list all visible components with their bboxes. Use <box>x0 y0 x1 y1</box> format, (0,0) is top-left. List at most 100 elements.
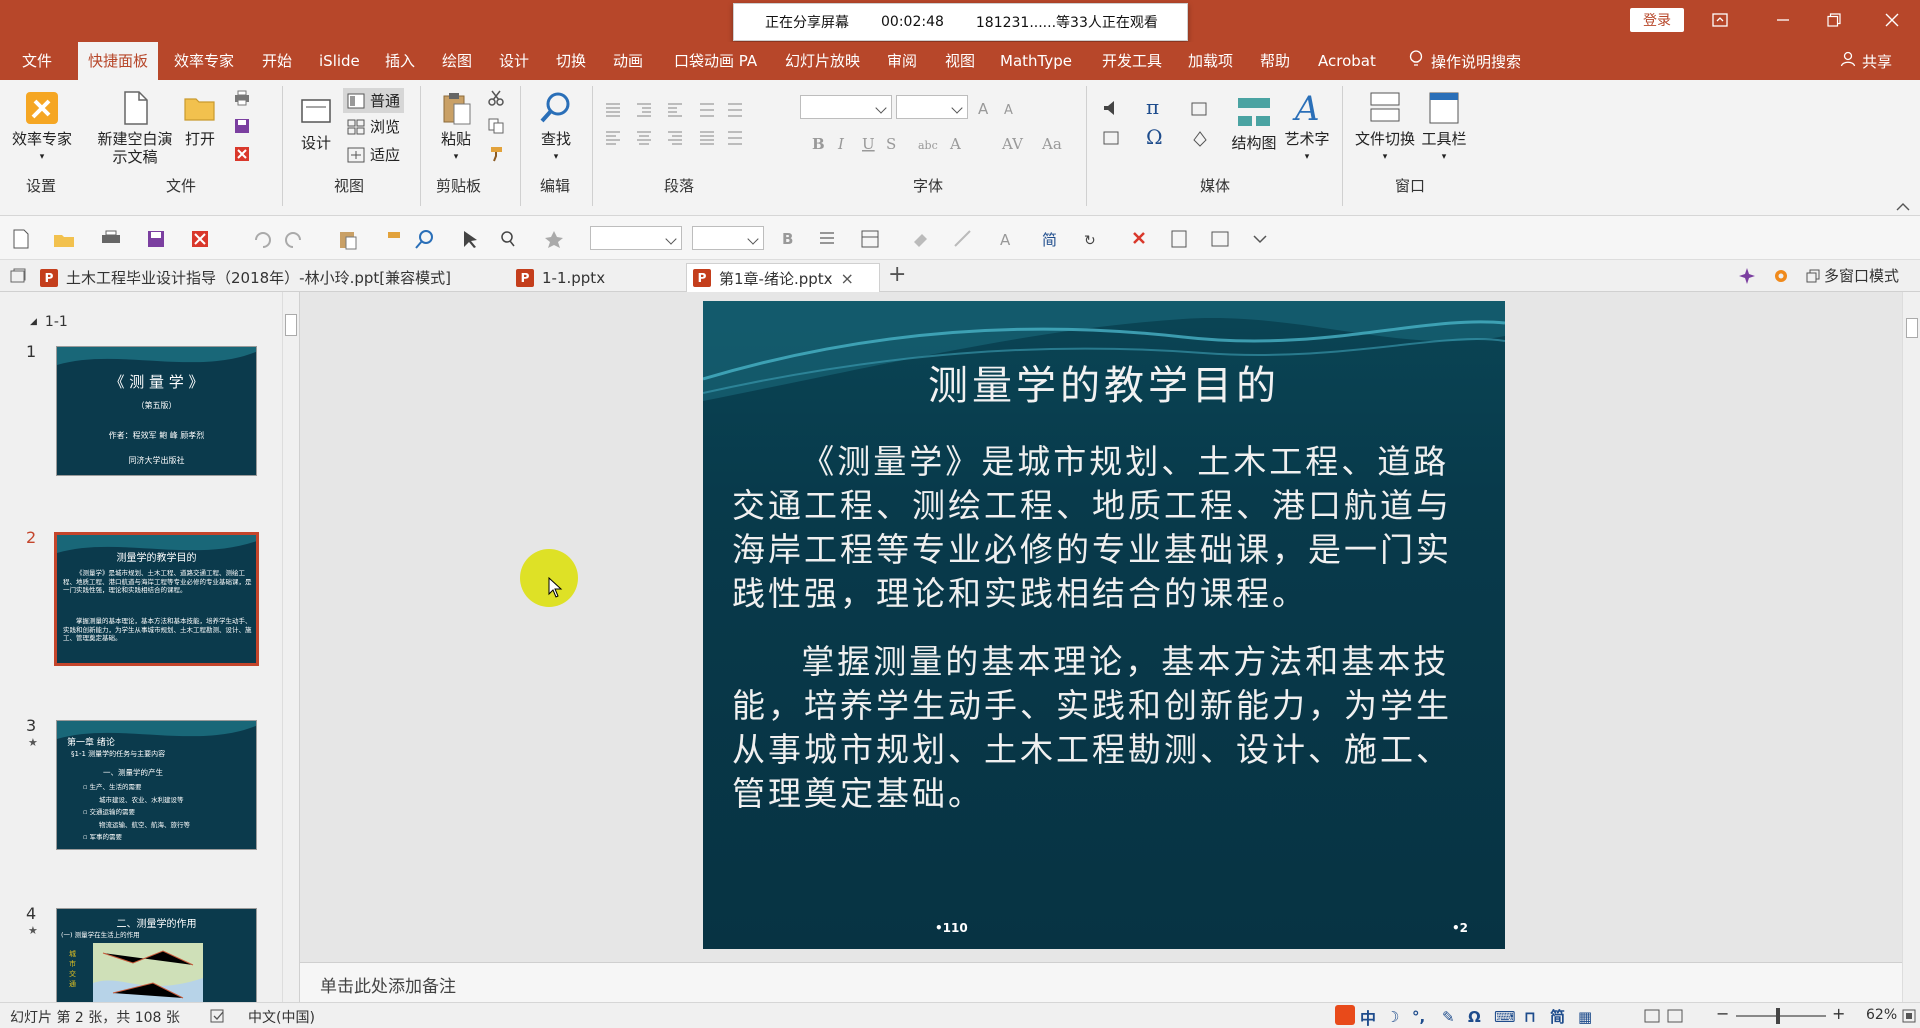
tab-quick-panel[interactable]: 快捷面板 <box>78 42 159 80</box>
editor-scrollbar[interactable] <box>1902 292 1920 962</box>
design-view-button[interactable]: 设计 <box>294 94 338 152</box>
open-button[interactable]: 打开 <box>178 90 222 148</box>
tab-help[interactable]: 帮助 <box>1260 42 1290 80</box>
share-button[interactable]: 共享 <box>1840 42 1892 80</box>
tab-review[interactable]: 审阅 <box>887 42 917 80</box>
paste-button[interactable]: 粘贴 ▾ <box>432 90 480 166</box>
notes-scrollbar[interactable] <box>1902 962 1920 1002</box>
tab-acrobat[interactable]: Acrobat <box>1318 42 1376 80</box>
collapse-ribbon-icon[interactable] <box>1896 202 1910 212</box>
multi-window-button[interactable]: 多窗口模式 <box>1806 265 1899 286</box>
slide-paragraph-1[interactable]: 《测量学》是城市规划、土木工程、道路交通工程、测绘工程、地质工程、港口航道与海岸… <box>732 440 1478 616</box>
browse-view-button[interactable]: 浏览 <box>347 116 400 137</box>
save-icon[interactable] <box>233 118 251 134</box>
doc-tab-guide[interactable]: P 土木工程毕业设计指导（2018年）-林小玲.ppt[兼容模式] <box>34 263 457 292</box>
slide-paragraph-2[interactable]: 掌握测量的基本理论，基本方法和基本技能，培养学生动手、实践和创新能力，为学生从事… <box>732 640 1478 816</box>
thumb-bullet: ▫ 军事的需要 <box>83 833 122 841</box>
doc-tab-1-1[interactable]: P 1-1.pptx <box>510 263 611 292</box>
current-slide[interactable]: 测量学的教学目的 《测量学》是城市规划、土木工程、道路交通工程、测绘工程、地质工… <box>703 301 1505 949</box>
print-icon[interactable] <box>233 90 251 106</box>
sogou-ime-icon[interactable] <box>1335 1005 1355 1025</box>
qat-format-icons[interactable]: B A 简 ↻ <box>780 228 1280 250</box>
slide-thumbnail-4[interactable]: 二、测量学的作用 (一) 测量学在生活上的作用 城市交通 <box>56 908 257 1008</box>
tab-transitions[interactable]: 切换 <box>556 42 586 80</box>
format-painter-icon[interactable] <box>487 146 505 162</box>
tab-addins[interactable]: 加载项 <box>1188 42 1233 80</box>
tab-file[interactable]: 文件 <box>22 42 52 80</box>
fit-view-button[interactable]: 适应 <box>347 144 400 165</box>
font-format-controls[interactable]: B I U Sabc A AV Aa <box>806 132 1066 162</box>
tab-pocket-animation[interactable]: 口袋动画 PA <box>674 42 757 80</box>
font-grow-shrink-icon[interactable]: AA <box>976 98 1032 118</box>
zoom-in-icon[interactable]: + <box>1832 1004 1845 1023</box>
section-header[interactable]: ◢ 1-1 <box>30 314 68 330</box>
efficiency-expert-button[interactable]: 效率专家 ▾ <box>10 90 74 166</box>
new-tab-icon[interactable]: + <box>888 262 906 287</box>
tab-home[interactable]: 开始 <box>262 42 292 80</box>
qat-font-dropdown[interactable] <box>590 226 682 250</box>
tab-animations[interactable]: 动画 <box>613 42 643 80</box>
tab-islide[interactable]: iSlide <box>319 42 360 80</box>
close-tab-icon[interactable]: × <box>841 269 854 288</box>
close-window-icon[interactable] <box>1872 4 1912 36</box>
view-mode-icons[interactable] <box>1644 1009 1694 1023</box>
gear-icon[interactable] <box>1772 267 1790 285</box>
scroll-thumb[interactable] <box>285 314 297 336</box>
media-controls[interactable]: π Ω <box>1102 98 1222 168</box>
tab-draw[interactable]: 绘图 <box>442 42 472 80</box>
tab-mathtype[interactable]: MathType <box>1000 42 1072 80</box>
normal-view-button[interactable]: 普通 <box>343 88 405 113</box>
restore-icon[interactable] <box>1814 4 1854 36</box>
tab-slideshow[interactable]: 幻灯片放映 <box>785 42 860 80</box>
copy-icon[interactable] <box>487 118 505 134</box>
slide-number: 2 <box>26 528 37 547</box>
toolbar-button[interactable]: 工具栏 ▾ <box>1420 90 1468 166</box>
tell-me-search[interactable]: 操作说明搜索 <box>1409 42 1521 80</box>
new-blank-presentation-button[interactable]: 新建空白演 示文稿 <box>95 90 175 166</box>
font-size-dropdown[interactable] <box>896 95 968 119</box>
tab-design[interactable]: 设计 <box>499 42 529 80</box>
ime-toolbar-icons[interactable]: ☽ °, ✎ Ω ⌨ ⊓ 简 ▦ <box>1384 1007 1634 1025</box>
tab-developer[interactable]: 开发工具 <box>1102 42 1162 80</box>
slide-title[interactable]: 测量学的教学目的 <box>703 353 1505 411</box>
paragraph-controls[interactable] <box>604 102 776 172</box>
smartart-button[interactable]: 结构图 <box>1230 94 1278 152</box>
slide-thumbnail-1[interactable]: 《 测 量 学 》 （第五版） 作者：程效军 鲍 峰 顾孝烈 同济大学出版社 <box>56 346 257 476</box>
spelling-check-icon[interactable] <box>210 1009 226 1023</box>
tab-list-icon[interactable] <box>10 268 26 284</box>
menu-bar: 文件 快捷面板 效率专家 开始 iSlide 插入 绘图 设计 切换 动画 口袋… <box>0 42 1920 80</box>
tab-efficiency-expert[interactable]: 效率专家 <box>174 42 234 80</box>
slide-number: 4 <box>26 904 37 923</box>
thumb-bullet-list: ▫ 生产、生活的需要 城市建设、农业、水利建设等 ▫ 交通运输的需要 物流运输、… <box>83 781 190 844</box>
powerpoint-file-icon: P <box>693 269 711 287</box>
tab-insert[interactable]: 插入 <box>385 42 415 80</box>
ime-mode[interactable]: 中 <box>1360 1005 1376 1028</box>
thumb-vertical-text: 城市交通 <box>69 950 76 988</box>
minimize-icon[interactable] <box>1763 4 1803 36</box>
qat-size-dropdown[interactable] <box>692 226 764 250</box>
fit-to-window-icon[interactable] <box>1902 1009 1916 1023</box>
zoom-out-icon[interactable]: − <box>1716 1004 1729 1023</box>
wordart-button[interactable]: A 艺术字 ▾ <box>1283 90 1331 166</box>
cut-icon[interactable] <box>487 90 505 106</box>
zoom-slider-thumb[interactable] <box>1776 1008 1780 1024</box>
slide-thumbnail-3[interactable]: 第一章 绪论 §1-1 测量学的任务与主要内容 一、测量学的产生 ▫ 生产、生活… <box>56 720 257 850</box>
notes-pane[interactable]: 单击此处添加备注 <box>300 962 1915 1002</box>
zoom-level[interactable]: 62% <box>1866 1007 1897 1023</box>
language-indicator[interactable]: 中文(中国) <box>248 1007 315 1027</box>
font-name-dropdown[interactable] <box>800 95 892 119</box>
find-button[interactable]: 查找 ▾ <box>532 90 580 166</box>
thumbnail-scrollbar[interactable] <box>282 292 299 1002</box>
scroll-thumb[interactable] <box>1906 318 1918 338</box>
group-label-settings: 设置 <box>26 177 57 195</box>
slide-thumbnail-2[interactable]: 测量学的教学目的 《测量学》是城市规划、土木工程、道路交通工程、测绘工程、地质工… <box>54 532 259 666</box>
spark-icon[interactable] <box>1738 267 1756 285</box>
window-switch-icon <box>1370 92 1400 122</box>
ribbon-display-icon[interactable] <box>1700 4 1740 36</box>
zoom-slider[interactable] <box>1736 1008 1826 1024</box>
login-button[interactable]: 登录 <box>1630 8 1684 32</box>
tab-view[interactable]: 视图 <box>945 42 975 80</box>
doc-tab-chapter1[interactable]: P 第1章-绪论.pptx × <box>686 263 880 292</box>
file-switch-button[interactable]: 文件切换 ▾ <box>1353 90 1417 166</box>
close-file-icon[interactable] <box>233 146 251 162</box>
